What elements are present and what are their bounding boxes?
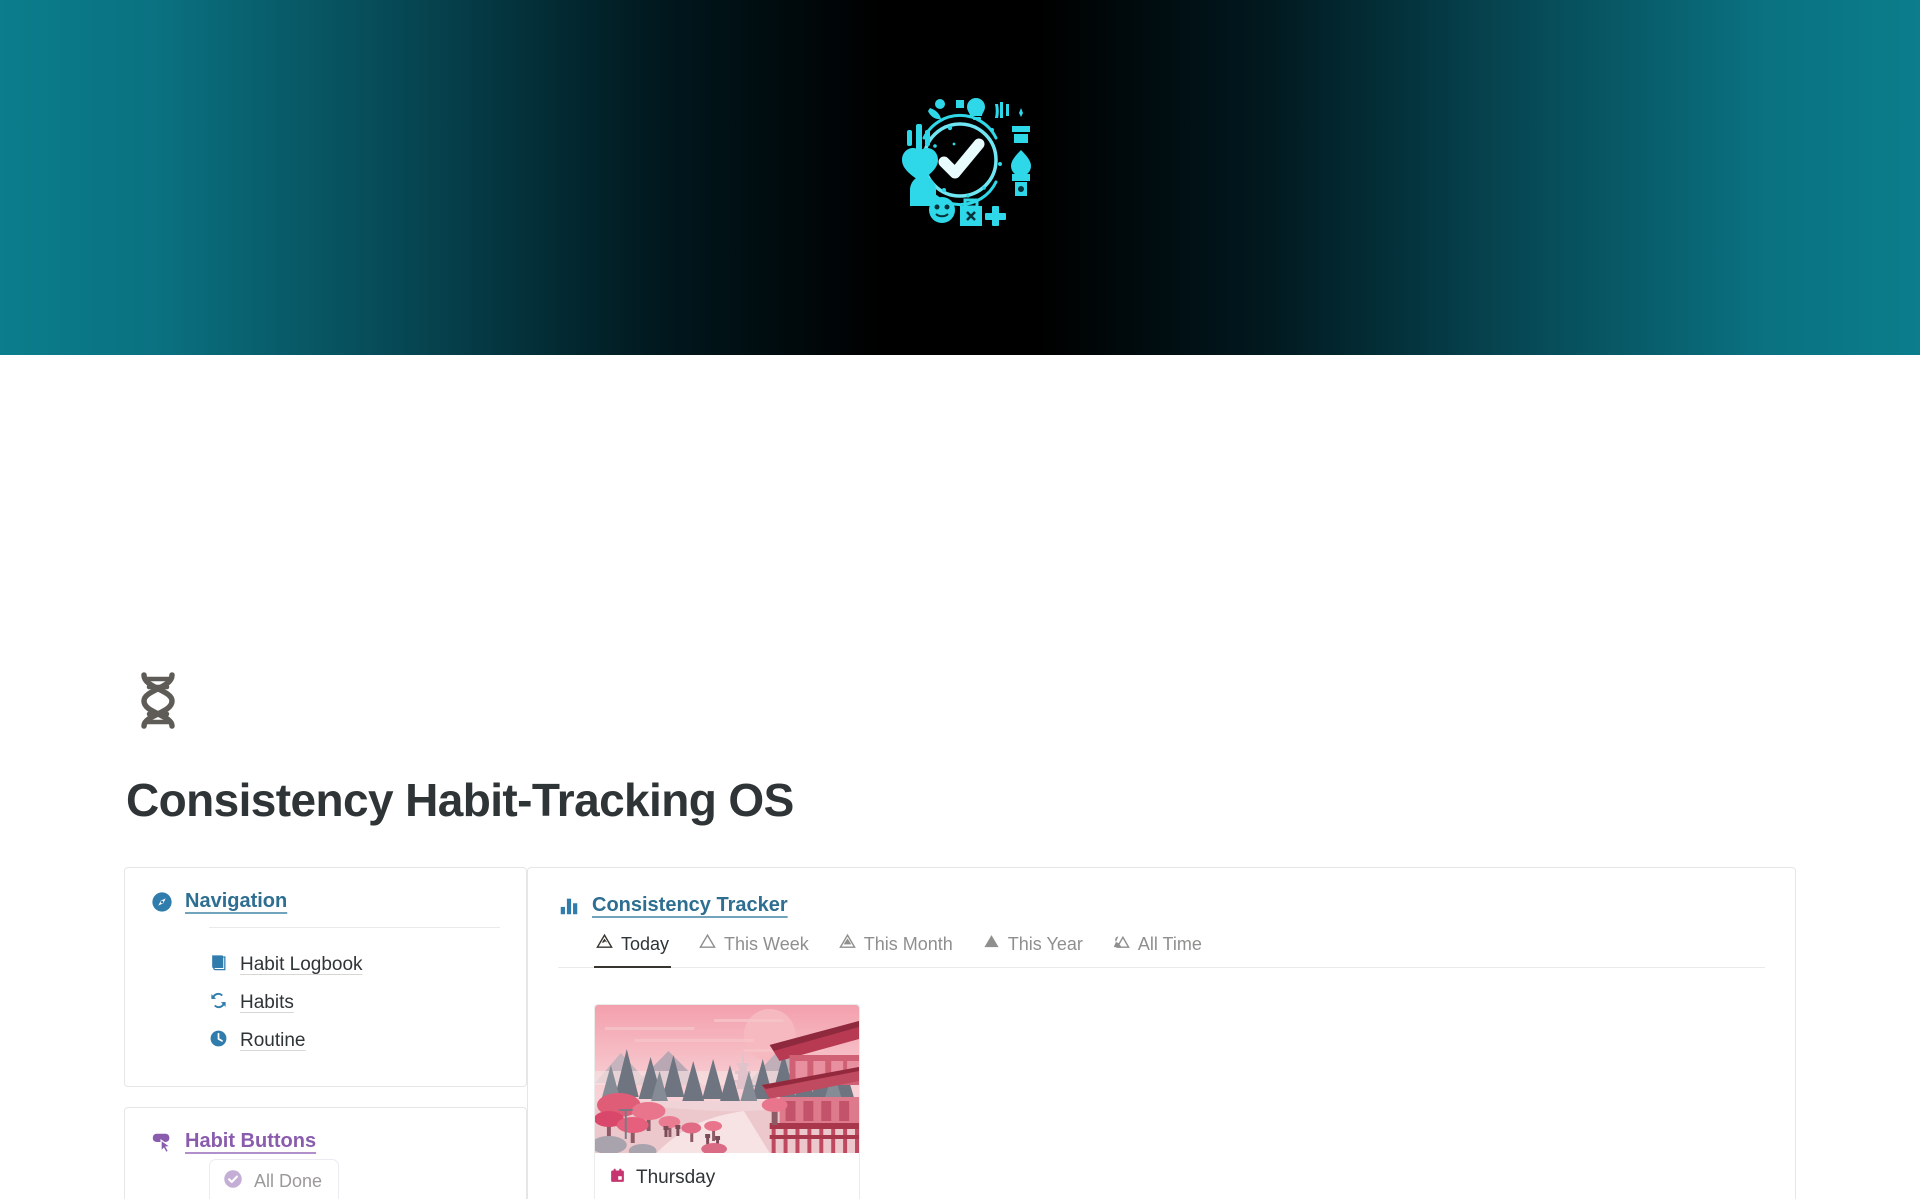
sidebar-item-label: Routine (240, 1030, 306, 1051)
divider (209, 927, 500, 928)
tab-label: This Year (1007, 933, 1083, 954)
cursor-click-icon (151, 1131, 173, 1153)
habit-buttons-title: Habit Buttons (185, 1130, 317, 1152)
day-title-row: Thursday (609, 1167, 845, 1189)
japanese-pagoda-landscape-pixel-art-cover (595, 1005, 859, 1153)
dna-helix-icon[interactable] (126, 668, 190, 732)
bar-chart-icon (558, 895, 580, 917)
day-title: Thursday (636, 1167, 716, 1188)
sidebar-item-label: Habit Logbook (240, 954, 363, 975)
all-done-button[interactable]: All Done (209, 1159, 340, 1199)
clock-icon (209, 1029, 228, 1053)
tracker-tabs: Today This Week This Month This Year All… (558, 929, 1765, 968)
consistency-tracker-title: Consistency Tracker (592, 894, 788, 916)
navigation-title: Navigation (185, 890, 288, 912)
sidebar-item-habits[interactable]: Habits (209, 984, 500, 1022)
tab-this-week[interactable]: This Week (697, 929, 811, 968)
tab-today[interactable]: Today (594, 929, 672, 968)
habit-check-circle-logo-icon (880, 78, 1040, 238)
tab-label: This Month (863, 933, 953, 954)
tab-label: This Week (724, 933, 809, 954)
tab-label: All Time (1137, 933, 1202, 954)
triangle-filled-icon (983, 933, 1000, 955)
check-circle-icon (223, 1169, 243, 1194)
navigation-card: Navigation Habit Logbook Habits Routine (124, 867, 527, 1087)
page-cover-banner (0, 0, 1920, 355)
tab-this-year[interactable]: This Year (981, 929, 1085, 968)
left-column: Navigation Habit Logbook Habits Routine … (0, 867, 527, 1199)
all-done-label: All Done (254, 1171, 323, 1191)
right-column: Consistency Tracker Today This Week This… (527, 867, 1920, 1199)
navigation-header[interactable]: Navigation (151, 890, 500, 913)
mountains-stack-icon (1113, 933, 1130, 955)
habit-buttons-header[interactable]: Habit Buttons (151, 1130, 500, 1153)
calendar-icon (609, 1167, 626, 1189)
sidebar-item-routine[interactable]: Routine (209, 1022, 500, 1060)
tab-label: Today (621, 933, 670, 954)
tab-all-time[interactable]: All Time (1111, 929, 1204, 968)
repeat-cycle-icon (209, 991, 228, 1015)
navigation-list: Habit Logbook Habits Routine (151, 938, 500, 1062)
consistency-tracker-header[interactable]: Consistency Tracker (558, 894, 1765, 917)
page-title: Consistency Habit-Tracking OS (126, 774, 794, 826)
habit-buttons-card: Habit Buttons All Done (124, 1107, 527, 1199)
sidebar-item-label: Habits (240, 992, 294, 1013)
day-card[interactable]: Thursday 29% (594, 1004, 860, 1199)
triangle-outline-icon (699, 933, 716, 955)
sidebar-item-habit-logbook[interactable]: Habit Logbook (209, 946, 500, 984)
mountain-filled-icon (838, 933, 856, 955)
all-done-wrap: All Done (151, 1159, 500, 1199)
day-card-body: Thursday 29% (595, 1153, 859, 1199)
tab-this-month[interactable]: This Month (837, 929, 955, 968)
mountain-outline-icon (596, 933, 613, 955)
consistency-tracker-card: Consistency Tracker Today This Week This… (527, 867, 1796, 1199)
book-icon (209, 953, 228, 977)
compass-icon (151, 891, 173, 913)
content-columns: Navigation Habit Logbook Habits Routine … (0, 867, 1920, 1199)
